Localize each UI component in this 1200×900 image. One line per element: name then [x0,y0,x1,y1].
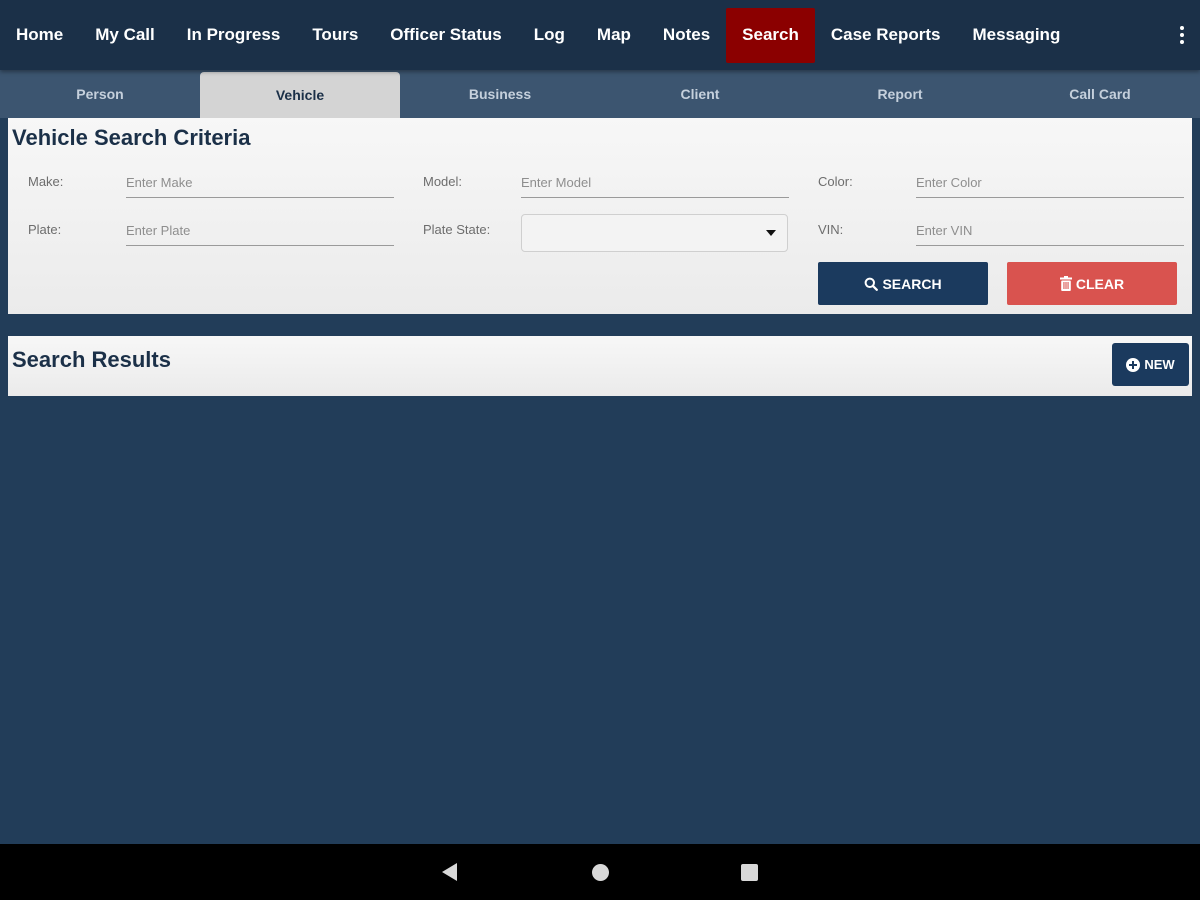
trash-icon [1059,276,1072,291]
nav-in-progress[interactable]: In Progress [171,8,297,63]
nav-my-call[interactable]: My Call [79,8,171,63]
vin-input[interactable] [916,216,1184,246]
plate-input[interactable] [126,216,394,246]
plate-state-label: Plate State: [423,222,491,237]
model-label: Model: [423,174,463,189]
clear-button-label: CLEAR [1075,275,1125,292]
system-navigation-bar [0,844,1200,900]
tab-business[interactable]: Business [400,70,600,118]
color-label: Color: [818,174,853,189]
tab-report[interactable]: Report [800,70,1000,118]
nav-messaging[interactable]: Messaging [956,8,1076,63]
search-button-label: SEARCH [882,275,942,292]
plate-label: Plate: [28,222,62,237]
tab-client[interactable]: Client [600,70,800,118]
tab-person[interactable]: Person [0,70,200,118]
nav-tours[interactable]: Tours [296,8,374,63]
nav-search[interactable]: Search [726,7,815,63]
color-input[interactable] [916,168,1184,198]
search-button[interactable]: SEARCH [818,262,988,305]
nav-map[interactable]: Map [581,8,647,63]
new-button[interactable]: NEW [1112,343,1189,386]
top-navigation: Home My Call In Progress Tours Officer S… [0,0,1200,70]
new-button-label: NEW [1144,357,1175,372]
search-results-panel: Search Results NEW [8,336,1192,396]
nav-case-reports[interactable]: Case Reports [815,8,957,63]
home-icon[interactable] [592,864,609,881]
more-vertical-icon[interactable] [1164,8,1200,63]
search-type-tabs: Person Vehicle Business Client Report Ca… [0,70,1200,118]
vin-label: VIN: [818,222,844,237]
nav-home[interactable]: Home [0,8,79,63]
nav-log[interactable]: Log [518,8,581,63]
clear-button[interactable]: CLEAR [1007,262,1177,305]
search-icon [865,277,879,291]
caret-down-icon [766,230,776,236]
nav-officer-status[interactable]: Officer Status [374,8,517,63]
plate-state-select[interactable] [521,214,788,252]
back-icon[interactable] [442,863,457,881]
results-title: Search Results [12,347,171,372]
plus-circle-icon [1126,357,1141,372]
vehicle-search-criteria-panel: Vehicle Search Criteria Make: Model: Col… [8,118,1192,314]
tab-vehicle[interactable]: Vehicle [200,72,400,118]
model-input[interactable] [521,168,789,198]
tab-call-card[interactable]: Call Card [1000,70,1200,118]
criteria-title: Vehicle Search Criteria [12,125,251,150]
make-label: Make: [28,174,64,189]
recents-icon[interactable] [741,864,758,881]
nav-notes[interactable]: Notes [647,8,726,63]
make-input[interactable] [126,168,394,198]
